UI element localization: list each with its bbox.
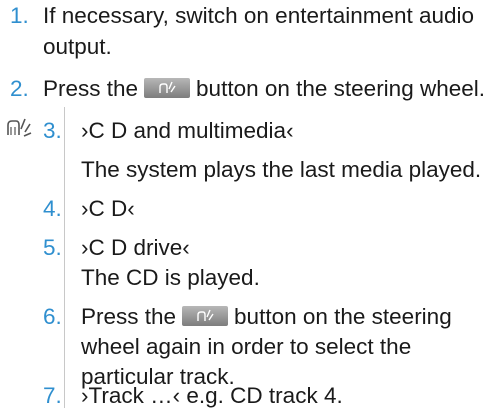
step-number: 5. (43, 235, 62, 260)
voice-command-text: ›C D‹ (81, 196, 135, 221)
step-number: 4. (43, 196, 62, 221)
voice-command-text: ›Track …‹ e.g. CD track 4. (81, 383, 343, 408)
step-text: Press the button on the steering (81, 304, 452, 329)
step-text: If necessary, switch on entertainment au… (43, 3, 475, 28)
step-number: 6. (43, 304, 62, 329)
step-text: wheel again in order to select the (81, 334, 412, 359)
voice-button-icon (182, 306, 229, 326)
step-text: The system plays the last media played. (81, 157, 482, 182)
step-number: 3. (43, 118, 62, 143)
voice-command-text: ›C D and multimedia‹ (81, 118, 294, 143)
step-text: The CD is played. (81, 265, 260, 290)
voice-command-icon (7, 118, 32, 137)
step-number: 2. (10, 76, 29, 101)
voice-button-icon (144, 78, 191, 98)
step-number: 7. (43, 383, 62, 408)
step-text: output. (43, 34, 112, 59)
indent-rule (64, 107, 65, 408)
step-number: 1. (10, 3, 29, 28)
step-text: Press the button on the steering wheel. (43, 76, 485, 101)
voice-command-text: ›C D drive‹ (81, 235, 190, 260)
